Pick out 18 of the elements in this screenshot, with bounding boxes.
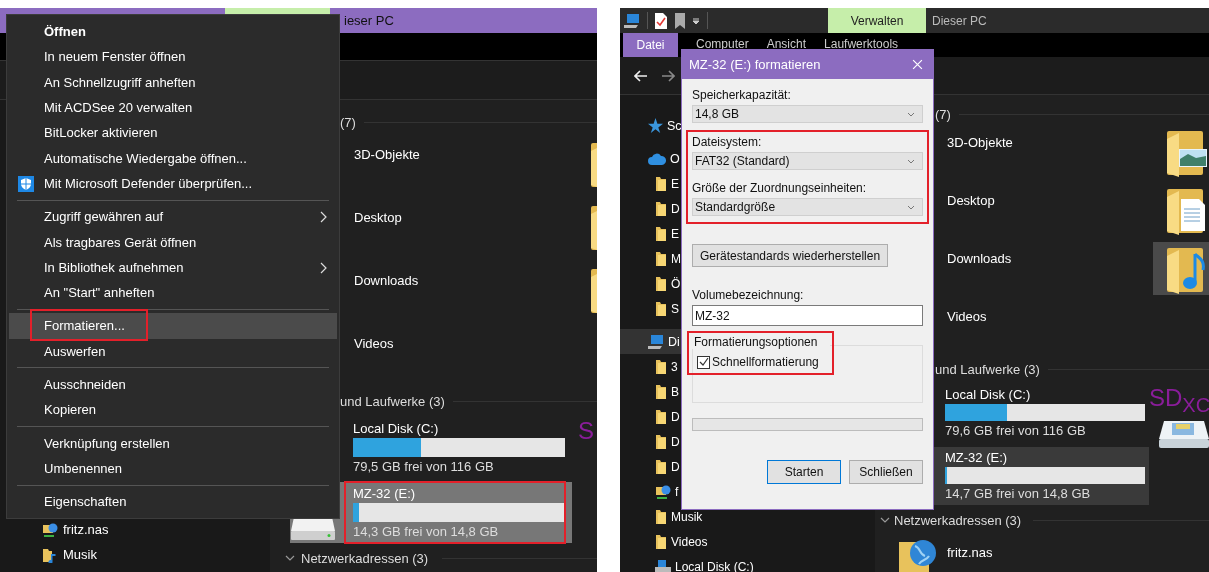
- free-space-text: 79,5 GB frei von 116 GB: [353, 459, 495, 474]
- dialog-title: MZ-32 (E:) formatieren: [689, 57, 821, 72]
- drive-name: MZ-32 (E:): [945, 450, 1009, 466]
- drive-name: MZ-32 (E:): [353, 486, 417, 501]
- field-label: Größe der Zuordnungseinheiten:: [692, 180, 868, 196]
- field-label: Speicherkapazität:: [692, 87, 792, 103]
- card-label: SD$_{XC}$: [1149, 384, 1209, 418]
- free-space-text: 79,6 GB frei von 116 GB: [945, 423, 1087, 439]
- group-title: Formatierungsoptionen: [691, 335, 830, 349]
- card-label: S: [578, 417, 594, 444]
- window-title: Dieser PC: [932, 13, 987, 28]
- drive-name: Local Disk (C:): [945, 387, 1032, 403]
- window-title: ieser PC: [344, 13, 394, 28]
- field-label: Dateisystem:: [692, 134, 763, 150]
- free-space-text: 14,3 GB frei von 14,8 GB: [353, 524, 500, 539]
- free-space-text: 14,7 GB frei von 14,8 GB: [945, 486, 1092, 502]
- field-label: Volumebezeichnung:: [692, 287, 805, 303]
- drive-name: Local Disk (C:): [353, 421, 440, 436]
